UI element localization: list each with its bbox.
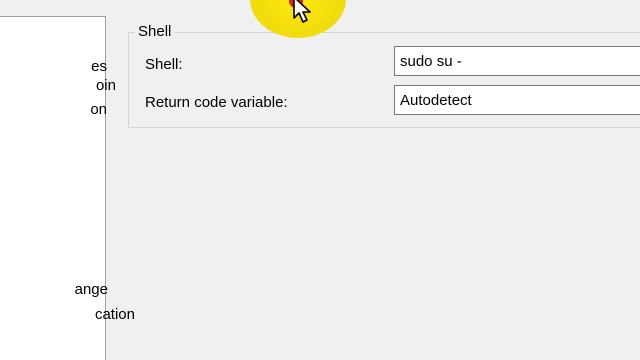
tree-item-label: cation	[94, 306, 135, 323]
tree-item-label: oin	[95, 77, 116, 94]
settings-tree[interactable]: es oin on ange cation	[0, 16, 135, 360]
mouse-pointer-icon	[293, 0, 311, 23]
return-code-variable-input[interactable]	[394, 85, 640, 115]
shell-label: Shell:	[145, 56, 183, 73]
return-code-variable-label: Return code variable:	[145, 94, 288, 111]
tree-item-label: on	[90, 101, 107, 118]
shell-group-title: Shell	[135, 23, 175, 41]
tree-item-label: ange	[74, 281, 108, 298]
shell-input[interactable]	[394, 46, 640, 76]
settings-dialog: es oin on ange cation Shell Shell: Retur…	[0, 0, 640, 360]
tree-item-label: es	[91, 58, 107, 75]
